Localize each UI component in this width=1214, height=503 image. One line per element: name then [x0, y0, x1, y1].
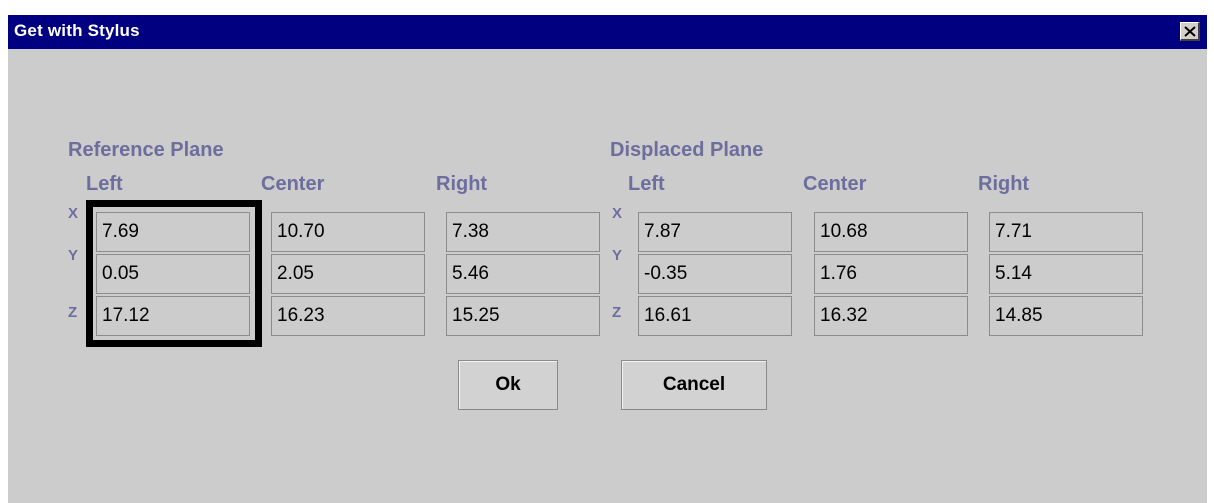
selected-column-highlight [86, 200, 262, 347]
reference-center-x-field[interactable]: 10.70 [271, 212, 425, 252]
get-with-stylus-dialog: Get with Stylus Reference Plane Left Cen… [8, 15, 1207, 503]
displaced-axis-x: X [612, 205, 623, 222]
close-icon [1184, 26, 1196, 37]
cancel-button[interactable]: Cancel [621, 360, 767, 410]
displaced-plane-title: Displaced Plane [610, 139, 764, 161]
reference-col-right: Right [436, 173, 488, 195]
window-title: Get with Stylus [14, 21, 140, 40]
displaced-axis-y: Y [612, 247, 623, 264]
ok-button[interactable]: Ok [458, 360, 558, 410]
reference-right-z-field[interactable]: 15.25 [446, 296, 600, 336]
displaced-col-left: Left [628, 173, 665, 195]
displaced-center-y-field[interactable]: 1.76 [814, 254, 968, 294]
reference-right-y-field[interactable]: 5.46 [446, 254, 600, 294]
reference-center-y-field[interactable]: 2.05 [271, 254, 425, 294]
displaced-right-z-field[interactable]: 14.85 [989, 296, 1143, 336]
reference-axis-x: X [68, 205, 79, 222]
reference-axis-z: Z [68, 304, 78, 321]
displaced-left-z-field[interactable]: 16.61 [638, 296, 792, 336]
reference-plane-title: Reference Plane [68, 139, 224, 161]
displaced-right-y-field[interactable]: 5.14 [989, 254, 1143, 294]
reference-center-z-field[interactable]: 16.23 [271, 296, 425, 336]
displaced-axis-z: Z [612, 304, 622, 321]
displaced-center-x-field[interactable]: 10.68 [814, 212, 968, 252]
displaced-right-x-field[interactable]: 7.71 [989, 212, 1143, 252]
close-button[interactable] [1180, 22, 1200, 41]
reference-right-x-field[interactable]: 7.38 [446, 212, 600, 252]
displaced-col-right: Right [978, 173, 1030, 195]
displaced-left-y-field[interactable]: -0.35 [638, 254, 792, 294]
displaced-center-z-field[interactable]: 16.32 [814, 296, 968, 336]
reference-axis-y: Y [68, 247, 79, 264]
displaced-col-center: Center [803, 173, 867, 195]
title-bar: Get with Stylus [8, 15, 1207, 49]
reference-col-left: Left [86, 173, 123, 195]
reference-col-center: Center [261, 173, 325, 195]
displaced-left-x-field[interactable]: 7.87 [638, 212, 792, 252]
